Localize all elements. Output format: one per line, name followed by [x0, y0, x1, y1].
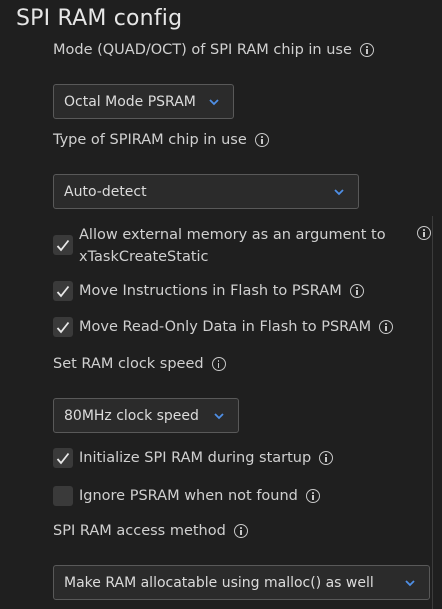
- clock-speed-label: Set RAM clock speed: [53, 356, 226, 372]
- info-icon[interactable]: [233, 524, 248, 538]
- chip-type-select[interactable]: Auto-detect: [53, 174, 359, 209]
- chevron-down-icon: [214, 412, 224, 419]
- section-title: SPI RAM config: [16, 6, 183, 31]
- move-instructions-label: Move Instructions in Flash to PSRAM: [79, 280, 364, 302]
- allow-external-line2: xTaskCreateStatic: [79, 249, 209, 265]
- mode-select[interactable]: Octal Mode PSRAM: [53, 84, 234, 119]
- init-spiram-checkbox[interactable]: [53, 448, 73, 468]
- chip-type-select-value: Auto-detect: [64, 183, 147, 200]
- access-method-label-text: SPI RAM access method: [53, 523, 226, 539]
- allow-external-row: Allow external memory as an argument to …: [53, 224, 386, 268]
- ignore-psram-text: Ignore PSRAM when not found: [79, 488, 298, 504]
- init-spiram-label: Initialize SPI RAM during startup: [79, 447, 334, 469]
- allow-external-checkbox[interactable]: [53, 235, 73, 255]
- checkmark-icon: [56, 285, 70, 298]
- chip-type-label-text: Type of SPIRAM chip in use: [53, 132, 247, 148]
- chevron-down-icon: [405, 579, 415, 586]
- clock-speed-select[interactable]: 80MHz clock speed: [53, 398, 239, 433]
- mode-label: Mode (QUAD/OCT) of SPI RAM chip in use: [53, 42, 374, 58]
- clock-speed-label-text: Set RAM clock speed: [53, 356, 204, 372]
- move-instructions-checkbox[interactable]: [53, 281, 73, 301]
- chip-type-label: Type of SPIRAM chip in use: [53, 132, 269, 148]
- info-icon[interactable]: [379, 320, 394, 334]
- info-icon[interactable]: [417, 226, 431, 240]
- access-method-select-value: Make RAM allocatable using malloc() as w…: [64, 574, 374, 591]
- chevron-down-icon: [209, 98, 219, 105]
- info-icon[interactable]: [254, 133, 269, 147]
- ignore-psram-checkbox[interactable]: [53, 486, 73, 506]
- access-method-select[interactable]: Make RAM allocatable using malloc() as w…: [53, 565, 430, 600]
- ignore-psram-row: Ignore PSRAM when not found: [53, 485, 320, 507]
- move-rodata-text: Move Read-Only Data in Flash to PSRAM: [79, 319, 372, 335]
- mode-label-text: Mode (QUAD/OCT) of SPI RAM chip in use: [53, 42, 352, 58]
- scroll-divider: [432, 216, 433, 609]
- move-instructions-row: Move Instructions in Flash to PSRAM: [53, 280, 364, 302]
- move-instructions-text: Move Instructions in Flash to PSRAM: [79, 283, 342, 299]
- init-spiram-text: Initialize SPI RAM during startup: [79, 450, 312, 466]
- chevron-down-icon: [334, 188, 344, 195]
- info-icon[interactable]: [359, 43, 374, 57]
- allow-external-line1: Allow external memory as an argument to: [79, 227, 386, 243]
- access-method-label: SPI RAM access method: [53, 523, 248, 539]
- info-icon[interactable]: [305, 489, 320, 503]
- info-icon[interactable]: [349, 284, 364, 298]
- move-rodata-label: Move Read-Only Data in Flash to PSRAM: [79, 316, 394, 338]
- allow-external-label: Allow external memory as an argument to …: [79, 224, 386, 268]
- checkmark-icon: [56, 239, 70, 252]
- move-rodata-checkbox[interactable]: [53, 317, 73, 337]
- mode-select-value: Octal Mode PSRAM: [64, 93, 196, 110]
- clock-speed-select-value: 80MHz clock speed: [64, 407, 199, 424]
- checkmark-icon: [56, 321, 70, 334]
- move-rodata-row: Move Read-Only Data in Flash to PSRAM: [53, 316, 394, 338]
- ignore-psram-label: Ignore PSRAM when not found: [79, 485, 320, 507]
- checkmark-icon: [56, 452, 70, 465]
- info-icon[interactable]: [211, 357, 226, 371]
- init-spiram-row: Initialize SPI RAM during startup: [53, 447, 334, 469]
- info-icon[interactable]: [319, 451, 334, 465]
